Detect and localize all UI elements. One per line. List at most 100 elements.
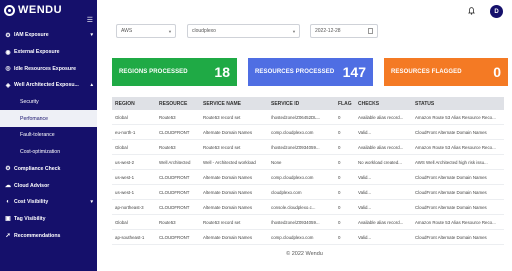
sidebar-item-label: Cost Visibility	[14, 199, 49, 206]
sidebar-item-label: Well Architected Exposu...	[14, 82, 79, 89]
table-cell: comp.cloudplexo.com	[271, 234, 314, 240]
table-cell: Route53 record set	[203, 114, 241, 120]
table-cell: Amazon Route 53 Alias Resource Reco...	[415, 144, 496, 150]
table-row[interactable]: ap-northeast-3 CLOUDFRONT Alternate Domain…	[112, 200, 504, 215]
cloud-icon: ☁	[5, 183, 11, 190]
table-cell: Available alias record...	[358, 144, 404, 150]
sidebar-item-perfomance[interactable]: Perfomance	[0, 110, 97, 128]
sidebar-item-fault-tolerance[interactable]: Fault-tolerance	[0, 127, 97, 144]
avatar[interactable]: D	[490, 5, 503, 18]
table-row[interactable]: Global Route53 Route53 record set/hostedzo…	[112, 110, 504, 125]
menu-toggle-icon[interactable]: ☰	[87, 16, 93, 24]
sidebar-item-label: Recommendations	[14, 232, 61, 239]
table-cell: AWS Well Architected high risk issu...	[415, 159, 488, 165]
column-header: REGION	[115, 100, 135, 107]
table-cell: Valid...	[358, 234, 372, 240]
table-cell: CloudFront Alternate Domain Names	[415, 189, 487, 195]
sidebar-item-cost-visibility[interactable]: ◐ Cost Visibility ▾	[0, 194, 97, 211]
table-row[interactable]: ap-southeast-1 CLOUDFRONT Alternate Domain…	[112, 230, 504, 245]
table-row[interactable]: Global Route53 Route53 record set/hostedzo…	[112, 140, 504, 155]
table-cell: 0	[338, 114, 341, 120]
sidebar-item-external-exposure[interactable]: ◉ External Exposure	[0, 44, 97, 61]
table-cell: 0	[338, 219, 341, 225]
sidebar-item-label: Security	[20, 99, 39, 106]
table-cell: Route53 record set	[203, 219, 241, 225]
calendar-icon	[368, 28, 373, 34]
card-label: REGIONS PROCESSED	[119, 69, 188, 75]
brand[interactable]: WENDU	[0, 0, 97, 20]
footer: © 2022 Wendu	[286, 251, 323, 257]
table-row[interactable]: eu-north-1 CLOUDFRONT Alternate Domain Nam…	[112, 125, 504, 140]
account-select[interactable]: cloudplexo ▼	[187, 24, 300, 38]
table-cell: /hostedzone/Z0934059...	[271, 219, 320, 225]
sidebar-item-security[interactable]: Security	[0, 94, 97, 111]
table-cell: Valid...	[358, 189, 372, 195]
table-cell: us-west-2	[115, 159, 135, 165]
table-cell: us-west-1	[115, 189, 135, 195]
provider-select[interactable]: AWS ▼	[116, 24, 176, 38]
table-cell: Global	[115, 114, 128, 120]
sidebar-item-iam-exposure[interactable]: ⚙ IAM Exposure ▾	[0, 27, 97, 44]
table-cell: Route53	[159, 219, 176, 225]
table-cell: No workload created...	[358, 159, 402, 165]
card-value: 0	[493, 64, 501, 80]
table-cell: Route53	[159, 114, 176, 120]
table-row[interactable]: us-west-2 Well Architected Well - Architec…	[112, 155, 504, 170]
column-header: CHECKS	[358, 100, 380, 107]
table-cell: Well - Architected workload	[203, 159, 256, 165]
table-cell: 0	[338, 174, 341, 180]
sidebar-item-label: Cloud Advisor	[14, 182, 50, 189]
card-value: 147	[342, 64, 366, 80]
table-cell: Available alias record...	[358, 219, 404, 225]
tag-icon: ▣	[5, 216, 11, 223]
idle-icon: ◎	[5, 66, 11, 73]
table-cell: Alternate Domain Names	[203, 204, 253, 210]
table-cell: 0	[338, 159, 341, 165]
sidebar-item-well-architected-exposu[interactable]: ◈ Well Architected Exposu... ▴	[0, 77, 97, 94]
table-cell: Valid...	[358, 174, 372, 180]
cost-icon: ◐	[6, 199, 10, 206]
table-cell: Amazon Route 53 Alias Resource Reco...	[415, 219, 496, 225]
sidebar-item-recommendations[interactable]: ➚ Recommendations	[0, 227, 97, 244]
table-cell: None	[271, 159, 282, 165]
chevron-down-icon: ▼	[292, 28, 296, 34]
sidebar-item-label: Compliance Check	[14, 165, 61, 172]
table-row[interactable]: us-west-1 CLOUDFRONT Alternate Domain Name…	[112, 185, 504, 200]
table-cell: 0	[338, 144, 341, 150]
external-icon: ◉	[5, 49, 11, 56]
resources-table: REGION RESOURCE SERVICE NAME SERVICE ID FLAG…	[112, 97, 504, 245]
sidebar-item-tag-visibility[interactable]: ▣ Tag Visibility	[0, 211, 97, 228]
card-label: RESOURCES PROCESSED	[255, 69, 335, 75]
chevron-down-icon: ▾	[90, 199, 93, 206]
sidebar-item-label: Cost-optimization	[20, 149, 61, 156]
table-row[interactable]: us-west-1 CLOUDFRONT Alternate Domain Name…	[112, 170, 504, 185]
column-header: RESOURCE	[159, 100, 188, 107]
sidebar-item-idle-resources-exposure[interactable]: ◎ Idle Resources Exposure	[0, 60, 97, 77]
resources-flagged-card: RESOURCES FLAGGED 0	[384, 58, 508, 86]
table-cell: 0	[338, 129, 341, 135]
sidebar-item-cost-optimization[interactable]: Cost-optimization	[0, 144, 97, 161]
bell-icon[interactable]	[468, 7, 475, 15]
table-cell: cloudplexo.com	[271, 189, 302, 195]
table-cell: 0	[338, 189, 341, 195]
column-header: SERVICE NAME	[203, 100, 241, 107]
wendu-logo-icon	[4, 4, 15, 16]
date-picker[interactable]: 2022-12-28	[310, 24, 378, 38]
regions-processed-card: REGIONS PROCESSED 18	[112, 58, 237, 86]
table-row[interactable]: Global Route53 Route53 record set/hostedzo…	[112, 215, 504, 230]
table-cell: /hostedzone/Z0934059...	[271, 144, 320, 150]
chevron-up-icon: ▴	[90, 82, 93, 89]
table-cell: CLOUDFRONT	[159, 234, 190, 240]
sidebar-item-compliance-check[interactable]: ⚙ Compliance Check	[0, 161, 97, 178]
table-cell: Route53 record set	[203, 144, 241, 150]
sidebar-item-label: Fault-tolerance	[20, 132, 55, 139]
table-cell: CLOUDFRONT	[159, 174, 190, 180]
sidebar-item-label: External Exposure	[14, 49, 60, 56]
table-cell: Global	[115, 219, 128, 225]
column-header: FLAG	[338, 100, 352, 107]
table-header: REGION RESOURCE SERVICE NAME SERVICE ID FLAG…	[112, 97, 504, 110]
chevron-down-icon: ▾	[90, 32, 93, 39]
brand-name: WENDU	[18, 4, 63, 16]
sidebar-item-cloud-advisor[interactable]: ☁ Cloud Advisor	[0, 177, 97, 194]
table-cell: CloudFront Alternate Domain Names	[415, 174, 487, 180]
